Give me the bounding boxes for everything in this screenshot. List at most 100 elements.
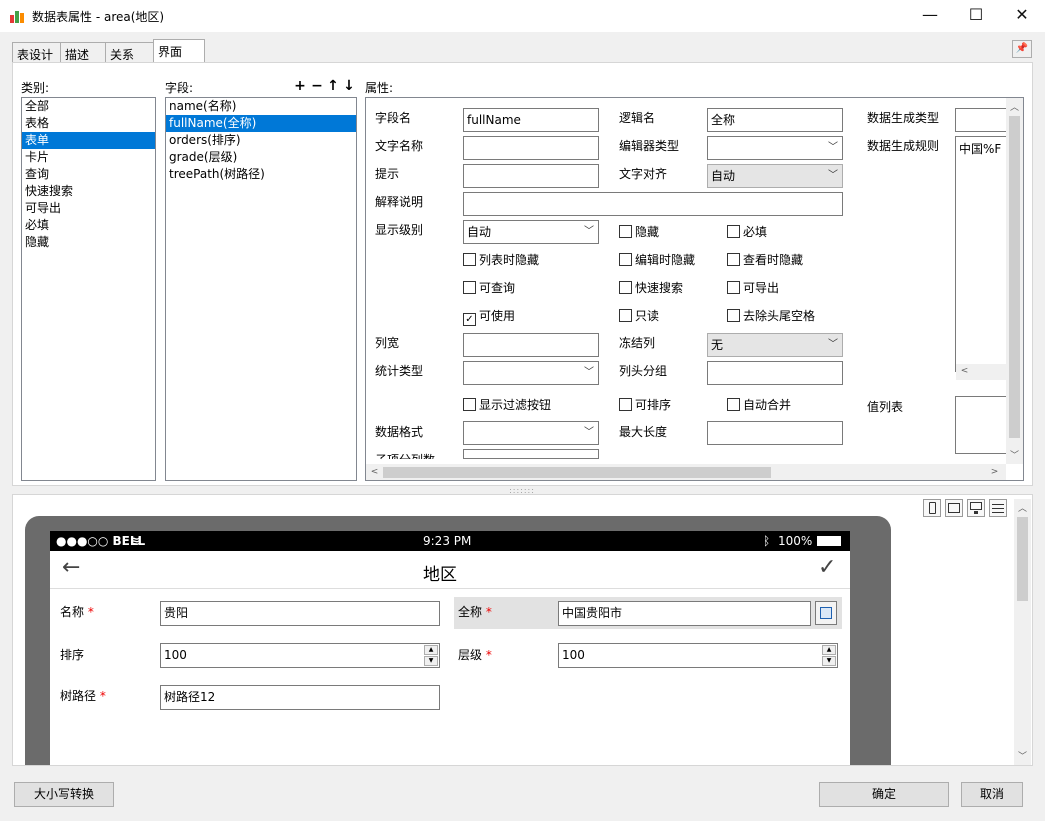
maximize-button[interactable]: ☐ <box>953 0 999 32</box>
fields-list[interactable]: name(名称) fullName(全称) orders(排序) grade(层级) t… <box>165 97 357 481</box>
checkbox-icon <box>727 253 740 266</box>
data-format-select[interactable]: ﹀ <box>463 421 599 445</box>
hint-input[interactable] <box>463 164 599 188</box>
grade-spinner[interactable]: ▲ ▼ <box>822 645 836 666</box>
field-item[interactable]: orders(排序) <box>166 132 356 149</box>
sub-cols-input[interactable] <box>463 449 599 459</box>
spin-up-icon[interactable]: ▲ <box>822 645 836 655</box>
hidden-checkbox[interactable]: 隐藏 <box>619 223 659 240</box>
minimize-button[interactable]: — <box>907 0 953 32</box>
preview-vscroll-thumb[interactable] <box>1017 517 1028 601</box>
phone-icon[interactable] <box>923 499 941 517</box>
category-item[interactable]: 查询 <box>22 166 155 183</box>
close-button[interactable]: ✕ <box>999 0 1045 32</box>
category-item[interactable]: 表格 <box>22 115 155 132</box>
chevron-left-icon[interactable]: < <box>956 366 973 376</box>
move-down-icon[interactable]: ↓ <box>342 78 356 94</box>
fullname-field[interactable]: 中国贵阳市 <box>558 601 811 626</box>
hide-view-checkbox[interactable]: 查看时隐藏 <box>727 251 803 268</box>
chevron-up-icon[interactable]: ︿ <box>1006 100 1023 113</box>
chevron-down-icon[interactable]: ﹀ <box>1006 448 1023 461</box>
tab-relations[interactable]: 关系 <box>105 42 154 63</box>
header-group-input[interactable] <box>707 361 843 385</box>
max-len-input[interactable] <box>707 421 843 445</box>
category-item[interactable]: 卡片 <box>22 149 155 166</box>
settings-sliders-icon[interactable] <box>989 499 1007 517</box>
spin-down-icon[interactable]: ▼ <box>424 656 438 666</box>
hint-label: 提示 <box>375 167 400 181</box>
explain-input[interactable] <box>463 192 843 216</box>
desktop-icon[interactable] <box>967 499 985 517</box>
name-field[interactable]: 贵阳 <box>160 601 440 626</box>
chevron-up-icon[interactable]: ︿ <box>1014 501 1031 514</box>
props-hscroll[interactable]: < > <box>366 464 1006 480</box>
ok-button[interactable]: 确定 <box>819 782 949 807</box>
cancel-button[interactable]: 取消 <box>961 782 1023 807</box>
trim-checkbox[interactable]: 去除头尾空格 <box>727 307 815 324</box>
props-vscroll[interactable]: ︿ ﹀ <box>1006 98 1023 464</box>
category-item[interactable]: 隐藏 <box>22 234 155 251</box>
remove-field-icon[interactable]: − <box>310 78 324 94</box>
category-item[interactable]: 必填 <box>22 217 155 234</box>
category-item[interactable]: 可导出 <box>22 200 155 217</box>
chevron-right-icon[interactable]: > <box>986 467 1003 477</box>
text-name-input[interactable] <box>463 136 599 160</box>
hscroll-thumb[interactable] <box>383 467 771 478</box>
orders-field[interactable]: 100 ▲ ▼ <box>160 643 440 668</box>
sortable-checkbox[interactable]: 可排序 <box>619 396 671 413</box>
tab-ui[interactable]: 界面 <box>153 39 205 64</box>
splitter-handle[interactable]: ::::::: <box>505 486 539 495</box>
add-field-icon[interactable]: + <box>293 78 307 94</box>
field-name-input[interactable]: fullName <box>463 108 599 132</box>
vscroll-thumb[interactable] <box>1009 116 1020 438</box>
gen-rule-hscroll[interactable]: < <box>956 364 1013 380</box>
category-item[interactable]: 表单 <box>22 132 155 149</box>
tab-table-design[interactable]: 表设计 <box>12 42 61 63</box>
tab-description[interactable]: 描述 <box>60 42 106 63</box>
grade-field[interactable]: 100 ▲ ▼ <box>558 643 838 668</box>
tree-path-field[interactable]: 树路径12 <box>160 685 440 710</box>
chevron-left-icon[interactable]: < <box>366 467 383 477</box>
freeze-col-select[interactable]: 无 ﹀ <box>707 333 843 357</box>
category-item[interactable]: 全部 <box>22 98 155 115</box>
stat-type-select[interactable]: ﹀ <box>463 361 599 385</box>
queryable-checkbox[interactable]: 可查询 <box>463 279 515 296</box>
exportable-checkbox[interactable]: 可导出 <box>727 279 779 296</box>
field-item[interactable]: grade(层级) <box>166 149 356 166</box>
spin-up-icon[interactable]: ▲ <box>424 645 438 655</box>
orders-label: 排序 <box>60 648 85 662</box>
auto-merge-checkbox[interactable]: 自动合并 <box>727 396 791 413</box>
quick-search-checkbox[interactable]: 快速搜索 <box>619 279 683 296</box>
ui-settings-panel: 类别: 全部 表格 表单 卡片 查询 快速搜索 可导出 必填 隐藏 字段: + − ↑ ↓ na… <box>12 62 1033 486</box>
data-format-label: 数据格式 <box>375 425 424 439</box>
hide-list-checkbox[interactable]: 列表时隐藏 <box>463 251 539 268</box>
move-up-icon[interactable]: ↑ <box>326 78 340 94</box>
trim-label: 去除头尾空格 <box>743 309 816 323</box>
show-level-select[interactable]: 自动 ﹀ <box>463 220 599 244</box>
back-arrow-icon[interactable]: ← <box>62 555 80 580</box>
filter-btn-checkbox[interactable]: 显示过滤按钮 <box>463 396 551 413</box>
field-item[interactable]: treePath(树路径) <box>166 166 356 183</box>
checkmark-icon[interactable]: ✓ <box>818 555 836 580</box>
field-item[interactable]: fullName(全称) <box>166 115 356 132</box>
col-width-input[interactable] <box>463 333 599 357</box>
required-checkbox[interactable]: 必填 <box>727 223 767 240</box>
preview-vscroll[interactable]: ︿ ﹀ <box>1014 499 1031 765</box>
usable-checkbox[interactable]: ✓ 可使用 <box>463 307 515 326</box>
tablet-icon[interactable] <box>945 499 963 517</box>
chevron-down-icon[interactable]: ﹀ <box>1014 749 1031 762</box>
explain-label: 解释说明 <box>375 195 424 209</box>
text-align-select[interactable]: 自动 ﹀ <box>707 164 843 188</box>
readonly-checkbox[interactable]: 只读 <box>619 307 659 324</box>
pin-icon[interactable]: 📌 <box>1012 40 1032 58</box>
case-convert-button[interactable]: 大小写转换 <box>14 782 114 807</box>
orders-spinner[interactable]: ▲ ▼ <box>424 645 438 666</box>
category-list[interactable]: 全部 表格 表单 卡片 查询 快速搜索 可导出 必填 隐藏 <box>21 97 156 481</box>
spin-down-icon[interactable]: ▼ <box>822 656 836 666</box>
logic-name-input[interactable]: 全称 <box>707 108 843 132</box>
editor-type-select[interactable]: ﹀ <box>707 136 843 160</box>
hide-edit-checkbox[interactable]: 编辑时隐藏 <box>619 251 695 268</box>
field-item[interactable]: name(名称) <box>166 98 356 115</box>
form-picker-icon[interactable] <box>815 601 837 625</box>
category-item[interactable]: 快速搜索 <box>22 183 155 200</box>
